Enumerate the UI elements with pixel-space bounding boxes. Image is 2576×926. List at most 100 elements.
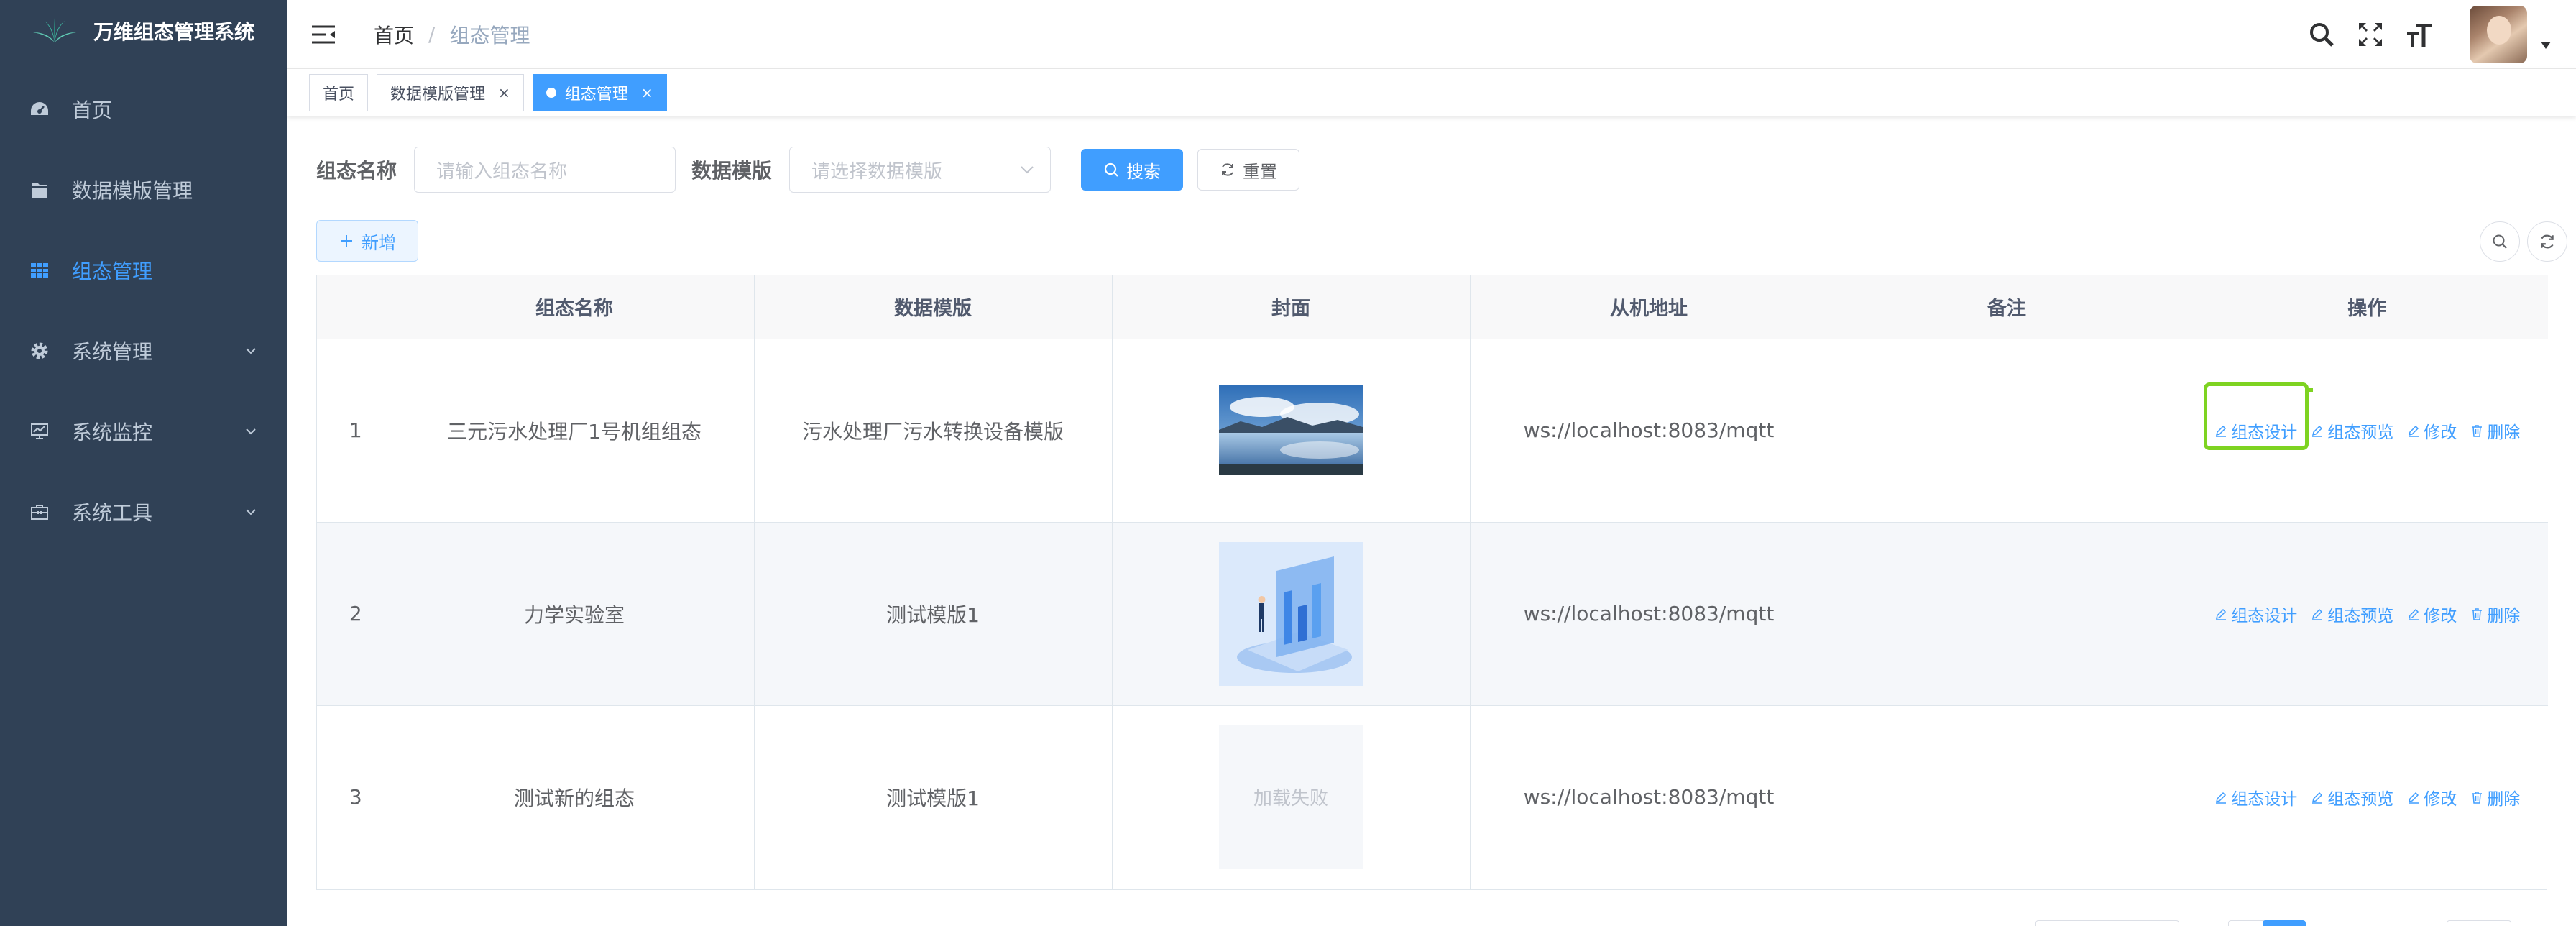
table-header-row: 组态名称 数据模版 封面 从机地址 备注 操作 [317, 275, 2548, 339]
trash-icon [2472, 791, 2483, 804]
row-address: ws://localhost:8083/mqtt [1470, 705, 1828, 889]
sidebar-item-system-tools[interactable]: 系统工具 [0, 472, 288, 552]
config-table: 组态名称 数据模版 封面 从机地址 备注 操作 1 三元污水处理厂1号机组组态 … [316, 275, 2548, 890]
design-link[interactable]: 组态设计 [2204, 382, 2309, 450]
edit-link[interactable]: 修改 [2406, 602, 2457, 626]
template-label: 数据模版 [691, 159, 773, 183]
row-cover [1112, 339, 1471, 523]
app-logo[interactable]: 万维组态管理系统 [0, 0, 288, 62]
row-index: 3 [317, 705, 395, 889]
row-remark [1828, 705, 2186, 889]
isometric-chart-image[interactable] [1219, 541, 1363, 686]
pagination-size-select[interactable] [2036, 920, 2179, 926]
avatar[interactable] [2470, 6, 2527, 63]
edit-link-label: 修改 [2424, 789, 2457, 809]
cover-load-failed[interactable]: 加载失败 [1219, 725, 1363, 869]
reset-button-label: 重置 [1243, 161, 1278, 182]
trash-icon [2472, 608, 2483, 620]
design-link[interactable]: 组态设计 [2214, 602, 2297, 626]
tag-home[interactable]: 首页 [309, 73, 369, 111]
row-remark [1828, 522, 2186, 706]
main-area: 首页 / 组态管理 首页 数据模版管理 × 组态管理 × 组态名称 请输入组态名… [288, 0, 2576, 926]
menu-toggle-icon[interactable] [310, 24, 336, 45]
name-label: 组态名称 [316, 159, 397, 183]
table-row: 2 力学实验室 测试模版1 ws://localhost:8083/mqtt 组… [317, 522, 2548, 706]
sidebar-item-home[interactable]: 首页 [0, 69, 288, 150]
template-select[interactable]: 请选择数据模版 [789, 147, 1052, 193]
tag-label: 组态管理 [564, 85, 628, 104]
edit-link[interactable]: 修改 [2406, 418, 2457, 443]
grid-icon [29, 260, 50, 281]
add-button[interactable]: 新增 [316, 220, 418, 262]
search-button[interactable]: 搜索 [1081, 149, 1184, 191]
add-button-label: 新增 [362, 232, 396, 253]
sidebar-item-data-template[interactable]: 数据模版管理 [0, 150, 288, 230]
breadcrumb-home[interactable]: 首页 [374, 20, 414, 49]
close-icon[interactable]: × [641, 84, 653, 101]
column-header-remark: 备注 [1828, 275, 2186, 339]
edit-icon [2312, 792, 2323, 804]
preview-link[interactable]: 组态预览 [2310, 418, 2393, 443]
font-size-icon[interactable] [2405, 20, 2434, 49]
refresh-table-button[interactable] [2527, 221, 2567, 262]
delete-link-label: 删除 [2487, 423, 2521, 442]
sidebar-item-label: 系统管理 [72, 340, 153, 364]
row-name: 测试新的组态 [395, 705, 755, 889]
column-header-actions: 操作 [2186, 275, 2548, 339]
design-link-label: 组态设计 [2231, 606, 2298, 625]
delete-link[interactable]: 删除 [2470, 602, 2520, 626]
toggle-search-button[interactable] [2480, 221, 2520, 262]
load-failed-text: 加载失败 [1253, 788, 1328, 810]
design-link-label: 组态设计 [2231, 423, 2298, 442]
pagination-jumper[interactable] [2447, 920, 2511, 926]
search-button-label: 搜索 [1126, 161, 1162, 182]
plus-icon [341, 235, 352, 247]
search-icon[interactable] [2307, 20, 2336, 49]
delete-link[interactable]: 删除 [2470, 785, 2520, 810]
column-header-name: 组态名称 [395, 275, 755, 339]
delete-link[interactable]: 删除 [2470, 418, 2520, 443]
edit-icon [2409, 608, 2419, 620]
preview-link[interactable]: 组态预览 [2310, 602, 2393, 626]
sidebar-item-system-management[interactable]: 系统管理 [0, 311, 288, 391]
refresh-icon [2541, 234, 2554, 249]
app-title: 万维组态管理系统 [93, 20, 255, 44]
table-row: 1 三元污水处理厂1号机组组态 污水处理厂污水转换设备模版 ws://local… [317, 339, 2548, 523]
row-actions: 组态设计 组态预览 修改 删除 [2186, 339, 2548, 523]
row-index: 2 [317, 522, 395, 706]
dashboard-icon [29, 98, 50, 120]
close-icon[interactable]: × [498, 84, 510, 101]
landscape-image[interactable] [1219, 385, 1363, 475]
fullscreen-icon[interactable] [2356, 20, 2385, 49]
preview-link[interactable]: 组态预览 [2310, 785, 2393, 810]
pagination-current-page[interactable] [2263, 920, 2306, 926]
trash-icon [2472, 424, 2483, 437]
design-link[interactable]: 组态设计 [2214, 785, 2297, 810]
row-template: 测试模版1 [754, 522, 1113, 706]
sidebar: 万维组态管理系统 首页 数据模版管理 组态管理 系统管理 系统监控 系统工具 [0, 0, 288, 926]
row-name: 三元污水处理厂1号机组组态 [395, 339, 755, 523]
breadcrumb: 首页 / 组态管理 [374, 20, 530, 49]
avatar-face [2487, 16, 2511, 45]
edit-link[interactable]: 修改 [2406, 785, 2457, 810]
search-icon [2493, 234, 2507, 249]
tag-data-template[interactable]: 数据模版管理 × [377, 73, 524, 111]
sidebar-item-label: 组态管理 [72, 260, 153, 283]
name-search-input[interactable]: 请输入组态名称 [414, 147, 676, 193]
design-link-label: 组态设计 [2231, 789, 2298, 809]
name-placeholder: 请输入组态名称 [436, 160, 568, 183]
top-navbar: 首页 / 组态管理 [288, 0, 2576, 69]
column-header-index [317, 275, 395, 339]
edit-icon [2409, 792, 2419, 804]
sidebar-item-config-management[interactable]: 组态管理 [0, 230, 288, 311]
caret-down-icon[interactable] [2540, 41, 2552, 50]
sidebar-item-label: 数据模版管理 [72, 179, 193, 203]
sidebar-item-system-monitor[interactable]: 系统监控 [0, 391, 288, 472]
row-address: ws://localhost:8083/mqtt [1470, 339, 1828, 523]
row-cover [1112, 522, 1471, 706]
sidebar-item-label: 系统工具 [72, 501, 153, 525]
reset-button[interactable]: 重置 [1197, 149, 1300, 191]
search-form: 组态名称 请输入组态名称 数据模版 请选择数据模版 搜索 重置 [316, 147, 2547, 193]
tag-config-management[interactable]: 组态管理 × [532, 73, 667, 111]
edit-icon [2409, 425, 2419, 437]
